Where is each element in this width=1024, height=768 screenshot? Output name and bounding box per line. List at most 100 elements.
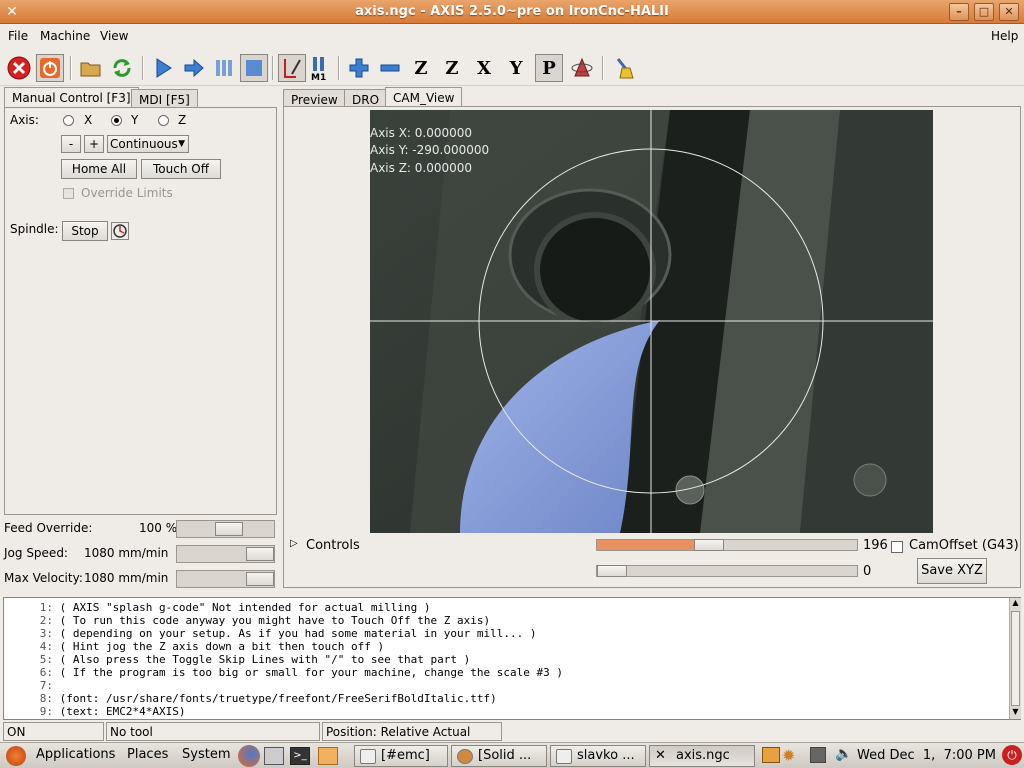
axis-z-radio[interactable] [158, 115, 169, 126]
spindle-brake-icon [113, 224, 127, 238]
override-limits-label: Override Limits [81, 186, 173, 200]
view-x-icon[interactable]: X [470, 54, 498, 82]
axis-y-readout: Axis Y: -290.000000 [370, 143, 490, 157]
clear-plot-icon[interactable] [610, 54, 638, 82]
jog-mode-value: Continuous [110, 137, 178, 151]
cam-slider-2-value: 0 [863, 564, 872, 579]
menu-help[interactable]: Help [991, 29, 1018, 43]
stop-program-icon[interactable] [240, 54, 268, 82]
run-icon[interactable] [149, 54, 177, 82]
gcode-line-number: 8: [39, 692, 53, 705]
gcode-line-text: (font: /usr/share/fonts/truetype/freefon… [53, 692, 497, 705]
zoom-in-icon[interactable] [345, 54, 373, 82]
feed-override-slider[interactable] [176, 520, 275, 538]
axis-label: Axis: [10, 113, 39, 127]
title-bar[interactable]: ✕ axis.ngc - AXIS 2.5.0~pre on IronCnc-H… [0, 0, 1024, 24]
axis-x-radio[interactable] [63, 115, 74, 126]
save-xyz-button[interactable]: Save XYZ [917, 558, 987, 584]
package-icon[interactable] [318, 747, 338, 765]
tab-manual-control[interactable]: Manual Control [F3] [4, 87, 139, 109]
view-z-icon[interactable]: Z [407, 54, 435, 82]
gcode-line: 4: ( Hint jog the Z axis down a bit then… [4, 640, 384, 653]
jog-mode-select[interactable]: Continuous ▼ [107, 135, 189, 153]
jog-plus-button[interactable]: + [84, 135, 104, 153]
close-window-button[interactable]: ✕ [999, 3, 1019, 21]
optional-stop-icon[interactable]: M1 [306, 54, 334, 82]
menu-view[interactable]: View [100, 29, 128, 43]
spindle-stop-button[interactable]: Stop [62, 221, 108, 241]
step-icon[interactable] [180, 54, 208, 82]
camoffset-checkbox[interactable] [891, 541, 903, 553]
task-emc[interactable]: [#emc] [354, 745, 448, 767]
menu-machine[interactable]: Machine [40, 29, 90, 43]
update-gear-icon[interactable]: ✹ [782, 746, 795, 765]
applications-menu[interactable]: Applications [36, 747, 115, 762]
gcode-line-number: 3: [39, 627, 53, 640]
tab-mdi[interactable]: MDI [F5] [131, 89, 198, 109]
maximize-button[interactable]: □ [974, 3, 994, 21]
gcode-line: 8: (font: /usr/share/fonts/truetype/free… [4, 692, 497, 705]
scroll-down-icon[interactable]: ▼ [1010, 707, 1021, 719]
axis-y-radio[interactable] [111, 115, 122, 126]
pause-icon[interactable] [210, 54, 238, 82]
expand-triangle-icon[interactable]: ▷ [290, 538, 298, 549]
machine-power-icon[interactable] [36, 54, 64, 82]
cam-slider-1[interactable] [596, 539, 858, 551]
jog-speed-handle[interactable] [246, 547, 274, 561]
network-icon[interactable] [810, 747, 826, 763]
places-menu[interactable]: Places [127, 747, 168, 762]
scroll-thumb[interactable] [1011, 611, 1020, 706]
gcode-line-text: ( AXIS "splash g-code" Not intended for … [53, 601, 431, 614]
open-file-icon[interactable] [77, 54, 105, 82]
max-velocity-label: Max Velocity: [4, 571, 83, 585]
cam-slider-2[interactable] [596, 565, 858, 577]
gcode-line-number: 1: [39, 601, 53, 614]
scroll-up-icon[interactable]: ▲ [1010, 598, 1021, 610]
touch-off-button[interactable]: Touch Off [141, 159, 221, 179]
firefox-icon[interactable] [238, 745, 260, 767]
volume-icon[interactable]: 🔈 [835, 746, 852, 762]
gcode-scrollbar[interactable]: ▲ ▼ [1009, 598, 1021, 719]
axis-app-icon: ✕ [655, 748, 666, 763]
task-axis[interactable]: ✕ axis.ngc [649, 745, 755, 767]
toolbar-separator [338, 56, 340, 80]
tool-status: No tool [106, 722, 320, 741]
axis-x-label: X [84, 113, 93, 127]
task-solid[interactable]: [Solid ... [451, 745, 547, 767]
cam-slider-2-handle[interactable] [597, 565, 627, 577]
system-menu[interactable]: System [182, 747, 230, 762]
spindle-label: Spindle: [10, 222, 59, 236]
view-y-icon[interactable]: Y [502, 54, 530, 82]
minimize-button[interactable]: – [949, 3, 969, 21]
max-velocity-handle[interactable] [246, 572, 274, 586]
screenshot-icon[interactable] [264, 747, 284, 765]
estop-icon[interactable] [5, 54, 33, 82]
power-icon[interactable]: ⏻ [1002, 745, 1022, 765]
camera-feed[interactable]: Axis X: 0.000000 Axis Y: -290.000000 Axi… [370, 110, 933, 533]
block-delete-icon[interactable] [278, 54, 306, 82]
ubuntu-logo-icon[interactable] [6, 746, 26, 766]
override-limits-checkbox[interactable] [63, 188, 74, 199]
view-z2-icon[interactable]: Z [438, 54, 466, 82]
menu-file[interactable]: File [8, 29, 28, 43]
gcode-text-area[interactable]: 1: ( AXIS "splash g-code" Not intended f… [3, 597, 1021, 720]
spindle-brake-toggle[interactable] [111, 222, 129, 240]
terminal-icon[interactable]: >_ [290, 747, 310, 765]
cam-slider-1-handle[interactable] [694, 539, 724, 551]
jog-speed-slider[interactable] [176, 545, 275, 563]
zoom-out-icon[interactable] [376, 54, 404, 82]
rotate-view-icon[interactable] [568, 54, 596, 82]
view-p-icon[interactable]: P [535, 54, 563, 82]
max-velocity-slider[interactable] [176, 570, 275, 588]
notification-icon[interactable] [762, 747, 780, 763]
reload-icon[interactable] [108, 54, 136, 82]
feed-override-handle[interactable] [215, 522, 243, 536]
home-all-button[interactable]: Home All [61, 159, 137, 179]
controls-label[interactable]: Controls [306, 538, 360, 553]
feed-override-value: 100 % [139, 521, 178, 535]
clock[interactable]: Wed Dec 1, 7:00 PM [857, 748, 996, 763]
gcode-line-text: ( Also press the Toggle Skip Lines with … [53, 653, 471, 666]
jog-minus-button[interactable]: - [61, 135, 81, 153]
gcode-line-text: ( To run this code anyway you might have… [53, 614, 491, 627]
task-slavko[interactable]: slavko ... [550, 745, 646, 767]
